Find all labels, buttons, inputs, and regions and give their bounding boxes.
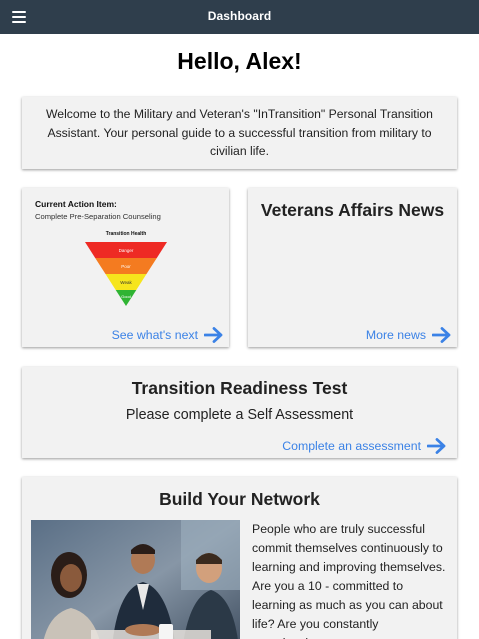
pyramid-label-weak: Weak — [120, 280, 132, 285]
top-app-bar: Dashboard — [0, 0, 479, 34]
business-team-meeting-photo — [31, 520, 240, 639]
action-item-title: Current Action Item: — [35, 199, 117, 209]
greeting-heading: Hello, Alex! — [177, 48, 302, 74]
see-whats-next-link[interactable]: See what's next — [112, 327, 224, 343]
complete-assessment-link[interactable]: Complete an assessment — [282, 438, 447, 454]
veterans-affairs-news-card: Veterans Affairs News More news — [248, 188, 457, 347]
news-title: Veterans Affairs News — [260, 200, 445, 220]
arrow-right-icon — [204, 327, 223, 343]
pyramid-title: Transition Health — [106, 231, 147, 237]
transition-health-pyramid: Transition Health Danger Poor Weak Good — [85, 231, 167, 306]
transition-readiness-card: Transition Readiness Test Please complet… — [22, 367, 457, 458]
more-news-label: More news — [365, 328, 426, 342]
complete-assessment-label: Complete an assessment — [282, 439, 421, 453]
arrow-right-icon — [432, 327, 451, 343]
pyramid-label-danger: Danger — [119, 248, 134, 253]
welcome-text: Welcome to the Military and Veteran's "I… — [46, 107, 433, 158]
network-title: Build Your Network — [159, 489, 320, 509]
build-network-card: Build Your Network People who are truly … — [22, 477, 457, 639]
page-title: Dashboard — [207, 9, 272, 23]
network-description: People who are truly successful commit t… — [252, 522, 446, 639]
pyramid-label-good: Good — [121, 294, 131, 299]
more-news-link[interactable]: More news — [366, 327, 452, 343]
readiness-title: Transition Readiness Test — [131, 378, 348, 398]
arrow-right-icon — [427, 438, 446, 454]
readiness-subtitle: Please complete a Self Assessment — [125, 407, 354, 423]
action-item-card: Current Action Item: Complete Pre-Separa… — [22, 188, 229, 347]
pyramid-label-poor: Poor — [121, 264, 131, 269]
welcome-card: Welcome to the Military and Veteran's "I… — [22, 97, 457, 169]
action-item-subtitle: Complete Pre-Separation Counseling — [35, 212, 161, 221]
see-whats-next-label: See what's next — [111, 328, 198, 342]
